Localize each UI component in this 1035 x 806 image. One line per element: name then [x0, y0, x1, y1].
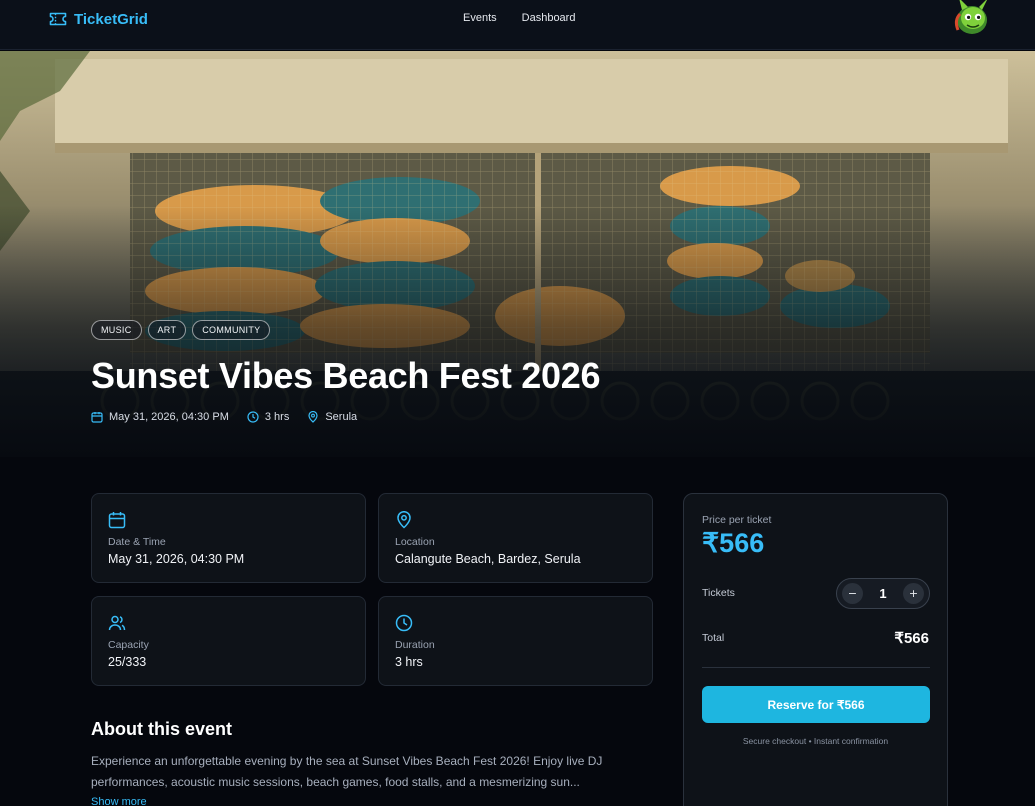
duration-value: 3 hrs: [395, 655, 423, 669]
event-tags: MUSIC ART COMMUNITY: [91, 320, 271, 340]
top-navbar: TicketGrid Events Dashboard: [0, 0, 1035, 50]
calendar-icon: [108, 512, 126, 529]
location-card: Location Calangute Beach, Bardez, Serula: [378, 493, 653, 583]
meta-date-text: May 31, 2026, 04:30 PM: [109, 411, 229, 423]
about-description: Experience an unforgettable evening by t…: [91, 754, 603, 789]
duration-label: Duration: [395, 639, 435, 651]
ticket-quantity-stepper: − 1 +: [836, 578, 930, 609]
map-pin-icon: [308, 411, 318, 423]
price-value: ₹566: [702, 528, 765, 558]
tag-community[interactable]: COMMUNITY: [192, 320, 271, 340]
total-label: Total: [702, 632, 725, 644]
event-hero: MUSIC ART COMMUNITY Sunset Vibes Beach F…: [0, 51, 1035, 457]
meta-duration-text: 3 hrs: [264, 411, 290, 423]
capacity-card: Capacity 25/333: [91, 596, 366, 686]
location-value: Calangute Beach, Bardez, Serula: [395, 552, 581, 566]
main-nav: Events Dashboard: [463, 12, 575, 24]
nav-events[interactable]: Events: [463, 12, 497, 24]
increase-quantity-button[interactable]: +: [903, 583, 924, 604]
duration-card: Duration 3 hrs: [378, 596, 653, 686]
date-time-value: May 31, 2026, 04:30 PM: [108, 552, 245, 566]
date-time-label: Date & Time: [108, 536, 166, 548]
reserve-button[interactable]: Reserve for ₹566: [702, 686, 930, 723]
meta-date: May 31, 2026, 04:30 PM: [91, 411, 229, 423]
meta-duration: 3 hrs: [247, 411, 289, 423]
location-label: Location: [395, 536, 435, 548]
show-more-link[interactable]: Show more: [91, 796, 147, 806]
capacity-label: Capacity: [108, 639, 149, 651]
divider: [702, 667, 930, 668]
ticket-quantity-value: 1: [879, 586, 887, 601]
user-avatar[interactable]: [950, 0, 994, 36]
meta-venue: Serula: [307, 411, 357, 423]
calendar-icon: [91, 412, 103, 423]
event-title: Sunset Vibes Beach Fest 2026: [91, 355, 601, 396]
meta-venue-text: Serula: [325, 411, 358, 423]
users-icon: [108, 615, 126, 631]
tag-art[interactable]: ART: [147, 320, 187, 340]
clock-icon: [395, 614, 413, 632]
price-label: Price per ticket: [702, 514, 772, 526]
capacity-value: 25/333: [108, 655, 147, 669]
booking-panel: Price per ticket ₹566 Tickets − 1 + Tota…: [683, 493, 948, 806]
tag-music[interactable]: MUSIC: [91, 320, 142, 340]
event-meta: May 31, 2026, 04:30 PM 3 hrs Serula: [91, 411, 375, 423]
brand-logo[interactable]: TicketGrid: [49, 9, 148, 29]
secure-checkout-note: Secure checkout • Instant confirmation: [742, 736, 889, 746]
nav-dashboard[interactable]: Dashboard: [522, 12, 576, 24]
about-title: About this event: [91, 719, 233, 739]
brand-name: TicketGrid: [74, 10, 148, 28]
total-value: ₹566: [894, 630, 929, 647]
tickets-label: Tickets: [702, 587, 735, 599]
map-pin-icon: [397, 511, 411, 529]
date-time-card: Date & Time May 31, 2026, 04:30 PM: [91, 493, 366, 583]
ticket-icon: [49, 12, 67, 26]
decrease-quantity-button[interactable]: −: [842, 583, 863, 604]
clock-icon: [247, 411, 259, 423]
avatar-image: [954, 0, 987, 34]
